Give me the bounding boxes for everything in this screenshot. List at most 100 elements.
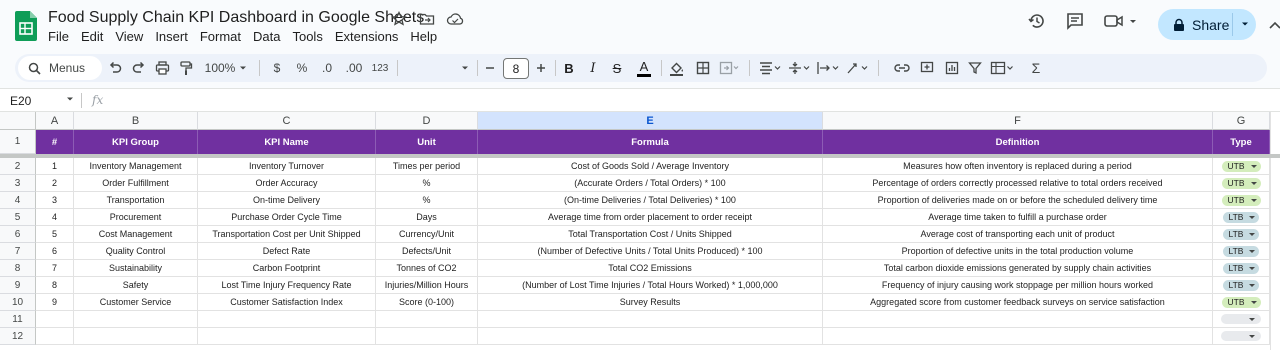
table-cell-a7[interactable]: 6 (36, 243, 74, 260)
increase-font-size-icon[interactable] (534, 54, 548, 82)
row-header-9[interactable]: 9 (0, 277, 36, 294)
filter-views-icon[interactable] (988, 54, 1016, 82)
name-box-dropdown-icon[interactable] (66, 95, 74, 103)
type-dropdown-chip[interactable]: LTB (1222, 228, 1260, 240)
table-cell-a5[interactable]: 4 (36, 209, 74, 226)
table-cell-g10[interactable]: UTB (1213, 294, 1270, 311)
table-cell-b8[interactable]: Sustainability (74, 260, 198, 277)
share-dropdown-icon[interactable] (1240, 19, 1250, 29)
zoom-select[interactable]: 100% (203, 54, 249, 82)
font-size-input[interactable]: 8 (503, 58, 529, 79)
text-rotation-icon[interactable] (844, 54, 870, 82)
table-cell-e8[interactable]: Total CO2 Emissions (478, 260, 823, 277)
table-cell-d3[interactable]: % (376, 175, 478, 192)
star-icon[interactable] (389, 9, 409, 29)
table-cell-b10[interactable]: Customer Service (74, 294, 198, 311)
table-cell-d4[interactable]: % (376, 192, 478, 209)
fill-color-icon[interactable] (667, 54, 685, 82)
table-cell-c5[interactable]: Purchase Order Cycle Time (198, 209, 376, 226)
table-cell-e7[interactable]: (Number of Defective Units / Total Units… (478, 243, 823, 260)
table-cell-f12[interactable] (823, 328, 1213, 345)
decrease-decimal-button[interactable]: .0 (317, 54, 337, 82)
strikethrough-icon[interactable]: S (609, 54, 625, 82)
cloud-status-icon[interactable] (445, 9, 465, 29)
table-cell-a6[interactable]: 5 (36, 226, 74, 243)
column-header-a[interactable]: A (36, 112, 74, 130)
table-cell-d2[interactable]: Times per period (376, 158, 478, 175)
column-header-f[interactable]: F (823, 112, 1213, 130)
vertical-align-icon[interactable] (786, 54, 812, 82)
table-cell-f11[interactable] (823, 311, 1213, 328)
table-cell-c4[interactable]: On-time Delivery (198, 192, 376, 209)
table-cell-e2[interactable]: Cost of Goods Sold / Average Inventory (478, 158, 823, 175)
table-cell-e12[interactable] (478, 328, 823, 345)
table-cell-b6[interactable]: Cost Management (74, 226, 198, 243)
table-cell-d6[interactable]: Currency/Unit (376, 226, 478, 243)
row-header-8[interactable]: 8 (0, 260, 36, 277)
currency-format-button[interactable]: $ (269, 54, 285, 82)
type-dropdown-chip-empty[interactable] (1221, 314, 1261, 324)
table-cell-e10[interactable]: Survey Results (478, 294, 823, 311)
type-dropdown-chip[interactable]: UTB (1221, 296, 1261, 308)
table-cell-g4[interactable]: UTB (1213, 192, 1270, 209)
table-cell-c7[interactable]: Defect Rate (198, 243, 376, 260)
select-all-corner[interactable] (0, 112, 36, 130)
table-cell-a11[interactable] (36, 311, 74, 328)
table-cell-b9[interactable]: Safety (74, 277, 198, 294)
table-cell-a3[interactable]: 2 (36, 175, 74, 192)
table-cell-f10[interactable]: Aggregated score from customer feedback … (823, 294, 1213, 311)
text-color-icon[interactable]: A (635, 54, 653, 82)
name-box[interactable]: E20 (10, 94, 31, 108)
table-cell-a9[interactable]: 8 (36, 277, 74, 294)
table-cell-e11[interactable] (478, 311, 823, 328)
table-cell-b7[interactable]: Quality Control (74, 243, 198, 260)
table-cell-g7[interactable]: LTB (1213, 243, 1270, 260)
table-cell-a10[interactable]: 9 (36, 294, 74, 311)
menu-file[interactable]: File (48, 29, 75, 44)
table-cell-a8[interactable]: 7 (36, 260, 74, 277)
row-header-11[interactable]: 11 (0, 311, 36, 328)
undo-icon[interactable] (105, 54, 125, 82)
borders-icon[interactable] (694, 54, 712, 82)
table-cell-f4[interactable]: Proportion of deliveries made on or befo… (823, 192, 1213, 209)
column-header-c[interactable]: C (198, 112, 376, 130)
percent-format-button[interactable]: % (294, 54, 310, 82)
vertical-scrollbar[interactable] (1270, 112, 1280, 350)
move-folder-icon[interactable] (417, 9, 437, 29)
table-cell-b2[interactable]: Inventory Management (74, 158, 198, 175)
header-cell-d[interactable]: Unit (376, 130, 478, 154)
table-cell-e9[interactable]: (Number of Lost Time Injuries / Total Ho… (478, 277, 823, 294)
column-header-d[interactable]: D (376, 112, 478, 130)
type-dropdown-chip[interactable]: UTB (1221, 160, 1261, 172)
table-cell-a2[interactable]: 1 (36, 158, 74, 175)
header-cell-b[interactable]: KPI Group (74, 130, 198, 154)
type-dropdown-chip[interactable]: UTB (1221, 194, 1261, 206)
table-cell-b4[interactable]: Transportation (74, 192, 198, 209)
table-cell-d8[interactable]: Tonnes of CO2 (376, 260, 478, 277)
table-cell-c3[interactable]: Order Accuracy (198, 175, 376, 192)
create-filter-icon[interactable] (966, 54, 984, 82)
table-cell-a4[interactable]: 3 (36, 192, 74, 209)
header-cell-f[interactable]: Definition (823, 130, 1213, 154)
row-header-5[interactable]: 5 (0, 209, 36, 226)
type-dropdown-chip[interactable]: UTB (1221, 177, 1261, 189)
more-formats-button[interactable]: 123 (369, 54, 391, 82)
row-header-12[interactable]: 12 (0, 328, 36, 345)
comments-icon[interactable] (1062, 8, 1088, 34)
menu-extensions[interactable]: Extensions (335, 29, 405, 44)
header-cell-g[interactable]: Type (1213, 130, 1270, 154)
functions-icon[interactable]: Σ (1028, 54, 1044, 82)
italic-icon[interactable]: I (585, 54, 601, 82)
table-cell-g9[interactable]: LTB (1213, 277, 1270, 294)
table-cell-d9[interactable]: Injuries/Million Hours (376, 277, 478, 294)
table-cell-f7[interactable]: Proportion of defective units in the tot… (823, 243, 1213, 260)
version-history-icon[interactable] (1024, 8, 1050, 34)
table-cell-d7[interactable]: Defects/Unit (376, 243, 478, 260)
insert-chart-icon[interactable] (943, 54, 961, 82)
table-cell-g3[interactable]: UTB (1213, 175, 1270, 192)
table-cell-a12[interactable] (36, 328, 74, 345)
table-cell-c6[interactable]: Transportation Cost per Unit Shipped (198, 226, 376, 243)
column-header-g[interactable]: G (1213, 112, 1270, 130)
collapse-header-icon[interactable] (1268, 18, 1280, 32)
row-header-2[interactable]: 2 (0, 158, 36, 175)
